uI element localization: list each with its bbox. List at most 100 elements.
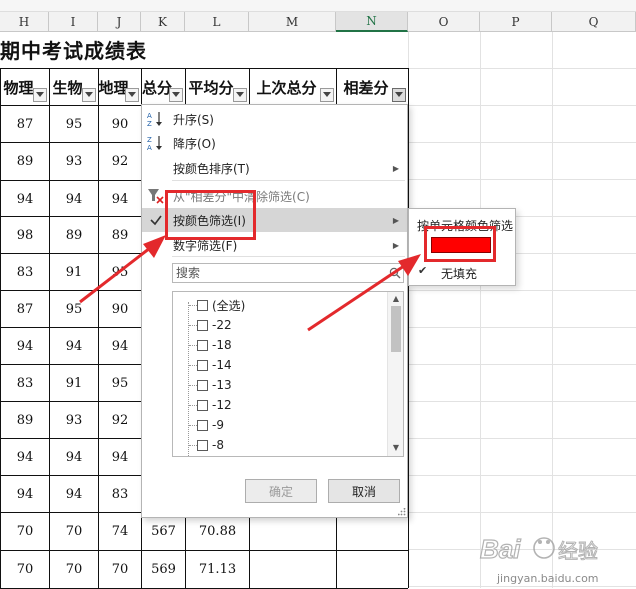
menu-item-label: 按颜色排序(T)	[173, 161, 250, 176]
table-cell[interactable]: 94	[99, 181, 141, 217]
table-cell[interactable]: 567	[142, 513, 185, 549]
column-header-p[interactable]: P	[480, 12, 552, 32]
table-cell[interactable]: 94	[50, 328, 98, 364]
filter-dropdown-icon[interactable]	[33, 88, 47, 102]
table-cell[interactable]: 94	[99, 439, 141, 475]
table-cell[interactable]: 90	[99, 106, 141, 142]
cancel-button[interactable]: 取消	[328, 479, 400, 503]
grid-line	[408, 290, 636, 291]
scrollbar-thumb[interactable]	[391, 306, 401, 352]
table-cell[interactable]: 83	[99, 476, 141, 512]
table-border	[408, 68, 409, 588]
table-cell[interactable]: 90	[99, 291, 141, 327]
column-header-j[interactable]: J	[98, 12, 141, 32]
header-cell[interactable]: 平均分	[186, 69, 236, 105]
scroll-down-icon[interactable]: ▼	[391, 443, 401, 453]
column-header-o[interactable]: O	[408, 12, 480, 32]
table-cell[interactable]: 70	[99, 551, 141, 587]
filter-list-scrollbar[interactable]: ▲ ▼	[387, 292, 403, 456]
table-cell[interactable]: 70	[1, 513, 49, 549]
table-cell[interactable]: 95	[99, 254, 141, 290]
tree-guide	[189, 445, 197, 446]
filter-dropdown-icon[interactable]	[82, 88, 96, 102]
column-header-q[interactable]: Q	[552, 12, 636, 32]
table-cell[interactable]: 98	[1, 217, 49, 253]
column-header-k[interactable]: K	[141, 12, 185, 32]
filter-value-list[interactable]: (全选) -22 -18 -14 -13 -12 -9 -8 -5 ▲ ▼	[172, 291, 404, 457]
ok-button[interactable]: 确定	[245, 479, 317, 503]
table-cell[interactable]: 70.88	[186, 513, 249, 549]
table-cell[interactable]: 70	[1, 551, 49, 587]
filter-value-checkbox[interactable]: -18	[197, 335, 232, 355]
filter-value-label: -13	[212, 378, 232, 392]
grid-line	[408, 105, 636, 106]
table-cell[interactable]: 95	[99, 365, 141, 401]
filter-value-checkbox[interactable]: -12	[197, 395, 232, 415]
table-cell[interactable]: 94	[50, 439, 98, 475]
filter-dropdown-icon[interactable]	[233, 88, 247, 102]
table-cell[interactable]: 569	[142, 551, 185, 587]
table-cell[interactable]: 83	[1, 254, 49, 290]
filter-dropdown-icon[interactable]	[169, 88, 183, 102]
header-cell[interactable]: 上次总分	[250, 69, 323, 105]
grid-line	[408, 401, 636, 402]
header-cell[interactable]: 生物	[50, 69, 85, 105]
header-cell[interactable]: 地理	[99, 69, 128, 105]
checkbox-icon	[197, 419, 208, 431]
table-cell[interactable]: 89	[1, 402, 49, 438]
filter-dropdown-icon[interactable]	[320, 88, 334, 102]
header-cell[interactable]: 总分	[142, 69, 172, 105]
table-cell[interactable]: 70	[50, 513, 98, 549]
table-cell[interactable]: 94	[1, 328, 49, 364]
table-cell[interactable]: 94	[99, 328, 141, 364]
header-cell[interactable]: 物理	[1, 69, 36, 105]
filter-value-label: -22	[212, 318, 232, 332]
table-cell[interactable]: 89	[50, 217, 98, 253]
filter-value-checkbox[interactable]: -13	[197, 375, 232, 395]
filter-value-checkbox[interactable]: -14	[197, 355, 232, 375]
filter-value-checkbox[interactable]: -5	[197, 455, 224, 456]
scroll-up-icon[interactable]: ▲	[391, 294, 401, 304]
column-header-i[interactable]: I	[49, 12, 98, 32]
table-cell[interactable]: 71.13	[186, 551, 249, 587]
filter-search-input[interactable]: 搜索	[172, 263, 404, 283]
column-header-h[interactable]: H	[0, 12, 49, 32]
column-header-l[interactable]: L	[185, 12, 249, 32]
column-header-m[interactable]: M	[249, 12, 336, 32]
table-cell[interactable]: 94	[1, 476, 49, 512]
filter-menu-item-1[interactable]: A Z 升序(S)	[142, 107, 407, 131]
table-cell[interactable]: 83	[1, 365, 49, 401]
filter-active-dropdown-icon[interactable]	[392, 88, 406, 102]
table-cell[interactable]: 89	[1, 143, 49, 179]
table-cell[interactable]: 93	[50, 402, 98, 438]
filter-menu-item-3[interactable]: 按颜色排序(T) ▶	[142, 156, 407, 180]
table-cell[interactable]: 93	[50, 143, 98, 179]
resize-grip-icon[interactable]	[398, 508, 406, 516]
table-cell[interactable]: 95	[50, 291, 98, 327]
table-cell[interactable]: 92	[99, 143, 141, 179]
no-fill-option[interactable]: 无填充	[441, 265, 477, 282]
table-cell[interactable]: 87	[1, 291, 49, 327]
filter-value-checkbox[interactable]: -22	[197, 315, 232, 335]
table-cell[interactable]: 89	[99, 217, 141, 253]
baidu-logo-icon: Bai 经验	[479, 533, 598, 564]
watermark-brand-suffix: 经验	[558, 539, 598, 563]
table-cell[interactable]: 94	[50, 181, 98, 217]
table-cell[interactable]: 74	[99, 513, 141, 549]
table-cell[interactable]: 94	[50, 476, 98, 512]
table-cell[interactable]: 92	[99, 402, 141, 438]
column-header-n[interactable]: N	[336, 12, 408, 32]
table-cell[interactable]: 95	[50, 106, 98, 142]
select-all-checkbox[interactable]: (全选)	[197, 295, 245, 315]
table-cell[interactable]: 91	[50, 254, 98, 290]
header-cell[interactable]: 相差分	[337, 69, 395, 105]
filter-value-checkbox[interactable]: -8	[197, 435, 224, 455]
filter-menu-item-2[interactable]: Z A 降序(O)	[142, 131, 407, 155]
table-cell[interactable]: 70	[50, 551, 98, 587]
table-cell[interactable]: 94	[1, 439, 49, 475]
table-cell[interactable]: 87	[1, 106, 49, 142]
filter-dropdown-icon[interactable]	[125, 88, 139, 102]
table-cell[interactable]: 91	[50, 365, 98, 401]
table-cell[interactable]: 94	[1, 181, 49, 217]
filter-value-checkbox[interactable]: -9	[197, 415, 224, 435]
